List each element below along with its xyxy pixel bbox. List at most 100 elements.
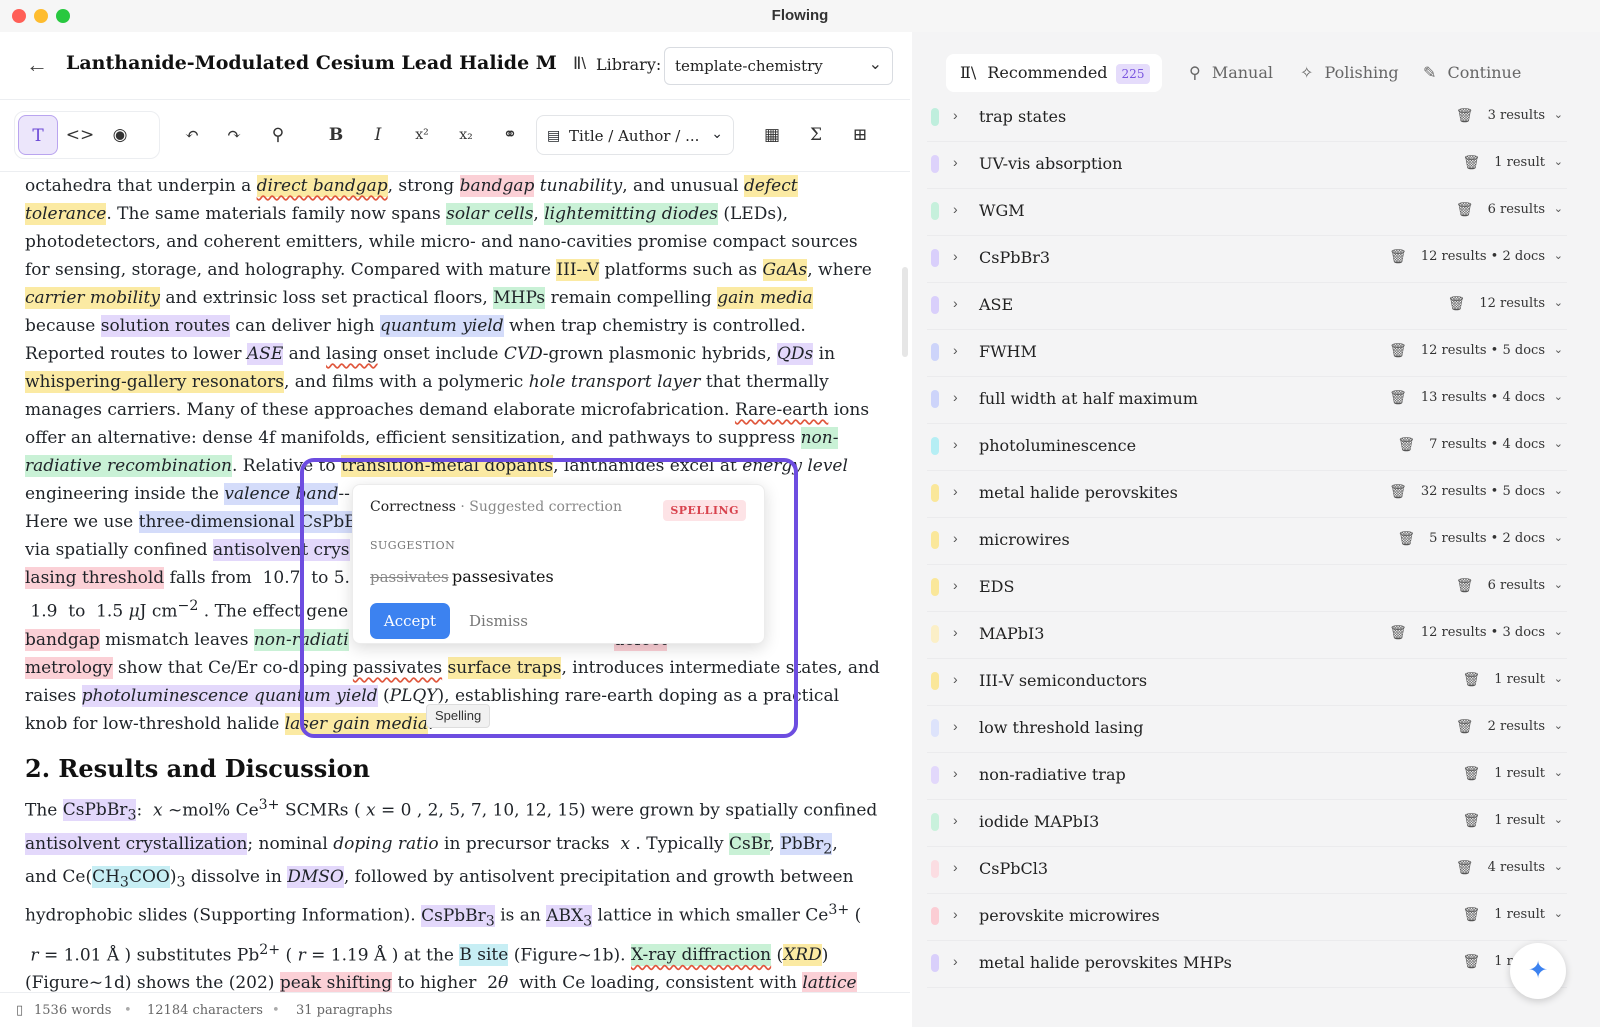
chevron-right-icon[interactable]: › — [953, 577, 958, 593]
sigma-icon[interactable]: Σ — [796, 115, 836, 155]
term-row[interactable]: › CsPbBr3 🗑 12 results • 2 docs ⌄ — [927, 237, 1567, 283]
tab-polishing[interactable]: ✧ Polishing — [1300, 54, 1399, 92]
trash-icon[interactable]: 🗑 — [1462, 671, 1480, 688]
term-row[interactable]: › photoluminescence 🗑 7 results • 4 docs ⌄ — [927, 425, 1567, 471]
trash-icon[interactable]: 🗑 — [1462, 765, 1480, 782]
term-row[interactable]: › EDS 🗑 6 results ⌄ — [927, 566, 1567, 612]
term-row[interactable]: › FWHM 🗑 12 results • 5 docs ⌄ — [927, 331, 1567, 377]
term-row[interactable]: › MAPbI3 🗑 12 results • 3 docs ⌄ — [927, 613, 1567, 659]
chevron-down-icon[interactable]: ⌄ — [1554, 249, 1563, 262]
chevron-right-icon[interactable]: › — [953, 342, 958, 358]
accept-button[interactable]: Accept — [370, 603, 450, 639]
link-icon[interactable]: ⚭ — [490, 115, 530, 155]
chevron-right-icon[interactable]: › — [953, 906, 958, 922]
chevron-down-icon[interactable]: ⌄ — [1554, 155, 1563, 168]
chevron-right-icon[interactable]: › — [953, 671, 958, 687]
chevron-down-icon[interactable]: ⌄ — [1554, 813, 1563, 826]
trash-icon[interactable]: 🗑 — [1456, 859, 1474, 876]
chevron-right-icon[interactable]: › — [953, 483, 958, 499]
chevron-down-icon[interactable]: ⌄ — [1554, 672, 1563, 685]
term-row[interactable]: › WGM 🗑 6 results ⌄ — [927, 190, 1567, 236]
trash-icon[interactable]: 🗑 — [1456, 201, 1474, 218]
chevron-down-icon[interactable]: ⌄ — [1554, 531, 1563, 544]
chevron-right-icon[interactable]: › — [953, 436, 958, 452]
trash-icon[interactable]: 🗑 — [1389, 342, 1407, 359]
term-row[interactable]: › non-radiative trap 🗑 1 result ⌄ — [927, 754, 1567, 800]
chevron-right-icon[interactable]: › — [953, 624, 958, 640]
trash-icon[interactable]: 🗑 — [1456, 577, 1474, 594]
term-row[interactable]: › UV-vis absorption 🗑 1 result ⌄ — [927, 143, 1567, 189]
back-arrow-icon[interactable]: ← — [24, 52, 50, 78]
chevron-right-icon[interactable]: › — [953, 765, 958, 781]
chevron-right-icon[interactable]: › — [953, 107, 958, 123]
trash-icon[interactable]: 🗑 — [1389, 248, 1407, 265]
code-mode-icon[interactable]: <> — [60, 115, 100, 155]
calculator-icon[interactable]: ▦ — [752, 115, 792, 155]
term-row[interactable]: › III-V semiconductors 🗑 1 result ⌄ — [927, 660, 1567, 706]
trash-icon[interactable]: 🗑 — [1462, 953, 1480, 970]
block-style-select[interactable]: ▤ Title / Author / ... ⌄ — [536, 115, 734, 155]
term-row[interactable]: › perovskite microwires 🗑 1 result ⌄ — [927, 895, 1567, 941]
trash-icon[interactable]: 🗑 — [1397, 436, 1415, 453]
trash-icon[interactable]: 🗑 — [1448, 295, 1466, 312]
chevron-down-icon[interactable]: ⌄ — [1554, 437, 1563, 450]
chevron-down-icon[interactable]: ⌄ — [1554, 484, 1563, 497]
term-row[interactable]: › full width at half maximum 🗑 13 results •… — [927, 378, 1567, 424]
trash-icon[interactable]: 🗑 — [1389, 389, 1407, 406]
chevron-down-icon[interactable]: ⌄ — [1554, 202, 1563, 215]
chevron-down-icon[interactable]: ⌄ — [1554, 343, 1563, 356]
document-title[interactable]: Lanthanide-Modulated Cesium Lead Halide … — [66, 52, 556, 74]
term-row[interactable]: › low threshold lasing 🗑 2 results ⌄ — [927, 707, 1567, 753]
ai-assistant-button[interactable]: ✦ — [1510, 943, 1566, 999]
chevron-right-icon[interactable]: › — [953, 154, 958, 170]
chevron-right-icon[interactable]: › — [953, 812, 958, 828]
chevron-right-icon[interactable]: › — [953, 953, 958, 969]
chevron-down-icon[interactable]: ⌄ — [1554, 296, 1563, 309]
chevron-down-icon[interactable]: ⌄ — [1554, 860, 1563, 873]
trash-icon[interactable]: 🗑 — [1456, 107, 1474, 124]
term-row[interactable]: › microwires 🗑 5 results • 2 docs ⌄ — [927, 519, 1567, 565]
chevron-right-icon[interactable]: › — [953, 201, 958, 217]
redo-icon[interactable]: ↷ — [214, 115, 254, 155]
bold-icon[interactable]: B — [316, 115, 356, 155]
term-row[interactable]: › metal halide perovskites 🗑 32 results • 5… — [927, 472, 1567, 518]
superscript-icon[interactable]: x² — [402, 115, 442, 155]
trash-icon[interactable]: 🗑 — [1397, 530, 1415, 547]
term-row[interactable]: ›metal halide perovskites MHPs🗑1 result⌄ — [927, 942, 1567, 988]
chevron-right-icon[interactable]: › — [953, 248, 958, 264]
search-icon[interactable]: ⚲ — [258, 115, 298, 155]
term-row[interactable]: › CsPbCl3 🗑 4 results ⌄ — [927, 848, 1567, 894]
chevron-down-icon[interactable]: ⌄ — [1554, 719, 1563, 732]
undo-icon[interactable]: ↶ — [172, 115, 212, 155]
chevron-down-icon[interactable]: ⌄ — [1554, 108, 1563, 121]
chevron-down-icon[interactable]: ⌄ — [1554, 625, 1563, 638]
term-row[interactable]: › iodide MAPbI3 🗑 1 result ⌄ — [927, 801, 1567, 847]
term-row[interactable]: › ASE 🗑 12 results ⌄ — [927, 284, 1567, 330]
chevron-down-icon[interactable]: ⌄ — [1554, 578, 1563, 591]
trash-icon[interactable]: 🗑 — [1462, 812, 1480, 829]
tab-manual[interactable]: ⚲ Manual — [1189, 54, 1273, 92]
trash-icon[interactable]: 🗑 — [1389, 624, 1407, 641]
chevron-right-icon[interactable]: › — [953, 530, 958, 546]
italic-icon[interactable]: I — [358, 115, 398, 155]
table-icon[interactable]: ⊞ — [840, 115, 880, 155]
preview-mode-icon[interactable]: ◉ — [100, 115, 140, 155]
trash-icon[interactable]: 🗑 — [1462, 906, 1480, 923]
dismiss-button[interactable]: Dismiss — [469, 612, 528, 630]
chevron-right-icon[interactable]: › — [953, 859, 958, 875]
tab-continue[interactable]: ✎ Continue — [1423, 54, 1521, 92]
chevron-right-icon[interactable]: › — [953, 718, 958, 734]
tab-recommended[interactable]: Ⅱ\ Recommended 225 — [946, 54, 1162, 92]
trash-icon[interactable]: 🗑 — [1389, 483, 1407, 500]
library-select[interactable]: template-chemistry ⌄ — [664, 47, 893, 85]
editor-scrollbar[interactable] — [902, 267, 908, 357]
chevron-down-icon[interactable]: ⌄ — [1554, 766, 1563, 779]
term-row[interactable]: › trap states 🗑 3 results ⌄ — [927, 96, 1567, 142]
chevron-down-icon[interactable]: ⌄ — [1554, 907, 1563, 920]
subscript-icon[interactable]: x₂ — [446, 115, 486, 155]
trash-icon[interactable]: 🗑 — [1456, 718, 1474, 735]
trash-icon[interactable]: 🗑 — [1462, 154, 1480, 171]
chevron-down-icon[interactable]: ⌄ — [1554, 390, 1563, 403]
text-mode-icon[interactable]: T — [18, 115, 58, 155]
chevron-right-icon[interactable]: › — [953, 389, 958, 405]
